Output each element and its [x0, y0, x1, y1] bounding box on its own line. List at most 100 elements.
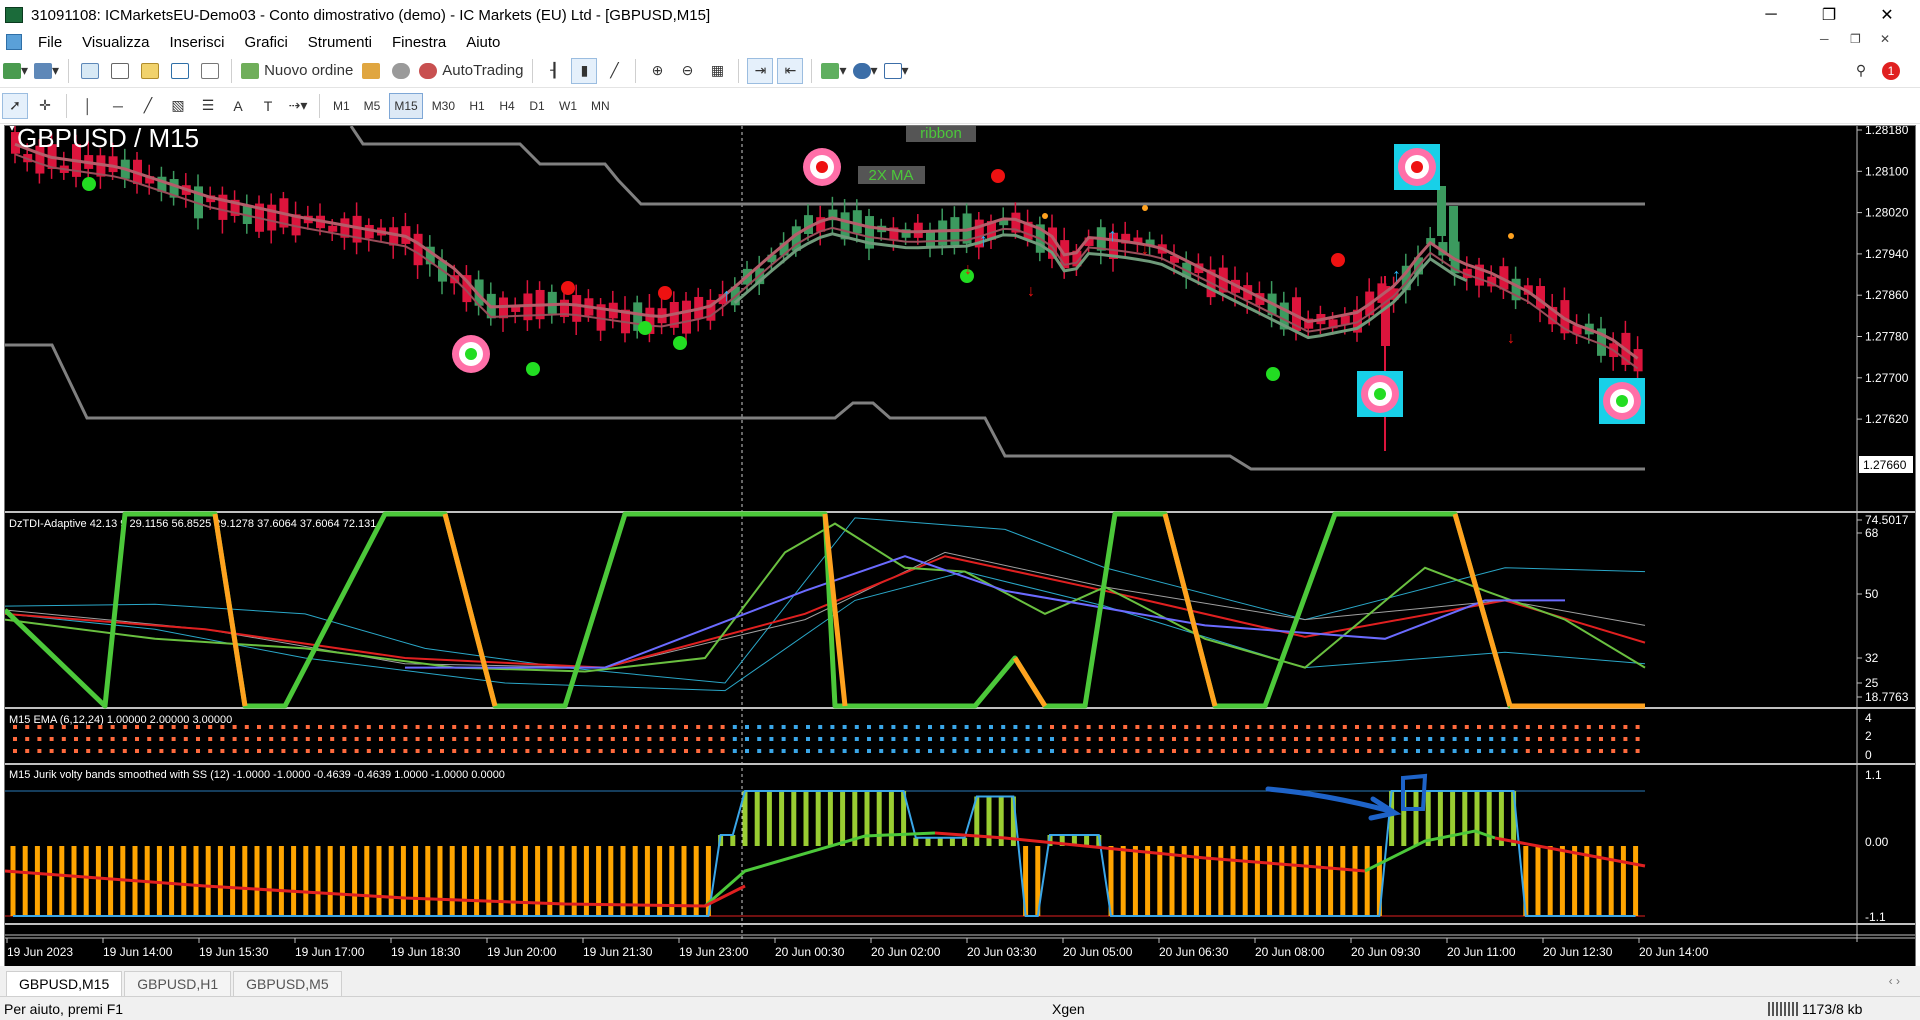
shapes-tool[interactable]: ⇢▾ [285, 93, 311, 119]
ema-dot [1001, 737, 1006, 741]
templates-button[interactable]: ▾ [883, 58, 910, 84]
ema-dot [830, 749, 835, 753]
timeframe-m5[interactable]: M5 [359, 93, 386, 119]
ema-dot [1586, 725, 1591, 729]
ema-dot [537, 749, 542, 753]
menu-window[interactable]: Finestra [382, 34, 456, 51]
ema-dot [952, 725, 957, 729]
tab-gbpusd-h1[interactable]: GBPUSD,H1 [124, 971, 232, 996]
mdi-close-button[interactable]: ✕ [1880, 32, 1890, 46]
ema-dot [989, 725, 993, 729]
ema-dot [354, 737, 359, 741]
ema-dot [122, 725, 127, 729]
indicators-button[interactable]: ▾ [820, 58, 847, 84]
down-arrow-icon: ↓ [1027, 283, 1035, 300]
timeframe-w1[interactable]: W1 [554, 93, 582, 119]
candle-body [267, 204, 277, 231]
autotrading-button[interactable]: AutoTrading [418, 58, 524, 84]
new-chart-button[interactable]: ▾ [2, 58, 29, 84]
timeframe-h4[interactable]: H4 [494, 93, 520, 119]
periods-button[interactable]: ▾ [852, 58, 879, 84]
ema-dot [598, 737, 603, 741]
timeframe-mn[interactable]: MN [586, 93, 615, 119]
sell-signal-dot [1331, 253, 1345, 267]
data-window-button[interactable] [107, 58, 133, 84]
ema-dot [830, 737, 835, 741]
cursor-tool[interactable]: ➚ [2, 92, 28, 119]
mdi-restore-button[interactable]: ❐ [1850, 32, 1861, 46]
ema-dot [879, 749, 884, 753]
ema-dot [1086, 725, 1091, 729]
candlestick-button[interactable]: ▮ [571, 57, 598, 84]
notification-button[interactable]: 1 [1878, 58, 1904, 84]
ema-dot [806, 737, 810, 741]
zoom-out-button[interactable]: ⊖ [674, 58, 700, 84]
candle-body [1437, 186, 1446, 236]
ema-dot [745, 749, 749, 753]
ema-dot [1574, 749, 1579, 753]
vertical-line-tool[interactable]: │ [75, 93, 101, 119]
menu-view[interactable]: Visualizza [72, 34, 159, 51]
ema-dot [1269, 749, 1274, 753]
ema-dot [732, 725, 737, 729]
auto-scroll-button[interactable]: ⇥ [747, 57, 774, 84]
price-tick-label: 1.28180 [1865, 126, 1909, 137]
ema-dot [976, 725, 981, 729]
close-button[interactable]: ✕ [1864, 0, 1910, 30]
timeframe-m30[interactable]: M30 [427, 93, 460, 119]
navigator-button[interactable] [137, 58, 163, 84]
maximize-button[interactable]: ❐ [1806, 0, 1852, 30]
tab-scroll-arrows[interactable]: ‹ › [1889, 974, 1900, 988]
text-tool[interactable]: A [225, 93, 251, 119]
bar-chart-button[interactable]: ┨ [541, 58, 567, 84]
chart-canvas[interactable]: ↑ ↑ ↑ ↑ ↓ ↓ ↓ ↓ ▾ GBPUSD / M15 ribbon 2X MA 1.2… [3, 120, 1915, 967]
ema-dot [1342, 737, 1347, 741]
candle-body [682, 300, 691, 334]
ema-dot [1525, 737, 1530, 741]
tester-button[interactable] [197, 58, 223, 84]
crosshair-tool[interactable]: ✛ [32, 93, 58, 119]
target-center-icon [1616, 395, 1628, 407]
line-chart-button[interactable]: ╱ [601, 58, 627, 84]
timeframe-h1[interactable]: H1 [464, 93, 490, 119]
ema-dot [1281, 749, 1286, 753]
ema-dot [183, 725, 188, 729]
market-watch-button[interactable] [77, 58, 103, 84]
label-tool[interactable]: T [255, 93, 281, 119]
menu-help[interactable]: Aiuto [456, 34, 510, 51]
timeframe-d1[interactable]: D1 [524, 93, 550, 119]
tab-gbpusd-m5[interactable]: GBPUSD,M5 [233, 971, 342, 996]
horizontal-line-tool[interactable]: ─ [105, 93, 131, 119]
down-arrow-icon: ↓ [1141, 241, 1149, 258]
ema-dot [1025, 749, 1030, 753]
ema-dot [854, 749, 859, 753]
ema-dot [769, 749, 774, 753]
one-click-arrow: ▾ [9, 126, 15, 134]
mdi-minimize-button[interactable]: ─ [1820, 32, 1829, 46]
menu-charts[interactable]: Grafici [234, 34, 297, 51]
chart-shift-button[interactable]: ⇤ [777, 57, 804, 84]
menu-tools[interactable]: Strumenti [298, 34, 382, 51]
ema-dot [708, 737, 713, 741]
channel-tool[interactable]: ▧ [165, 93, 191, 119]
metaeditor-button[interactable] [358, 58, 384, 84]
menu-file[interactable]: File [28, 34, 72, 51]
profiles-button[interactable]: ▾ [33, 58, 60, 84]
terminal-button[interactable] [167, 58, 193, 84]
ema-dot [159, 749, 164, 753]
tile-windows-button[interactable]: ▦ [704, 58, 730, 84]
fibonacci-tool[interactable]: ☰ [195, 93, 221, 119]
menu-insert[interactable]: Inserisci [159, 34, 234, 51]
new-order-button[interactable]: Nuovo ordine [240, 58, 354, 84]
signals-button[interactable] [388, 58, 414, 84]
tab-gbpusd-m15[interactable]: GBPUSD,M15 [6, 971, 123, 996]
minimize-button[interactable]: ─ [1748, 0, 1794, 30]
trendline-tool[interactable]: ╱ [135, 93, 161, 119]
ema-dot [1257, 725, 1262, 729]
search-icon[interactable]: ⚲ [1848, 58, 1874, 84]
timeframe-m15[interactable]: M15 [389, 92, 423, 119]
zoom-in-button[interactable]: ⊕ [644, 58, 670, 84]
new-order-icon [241, 62, 260, 79]
chart-window[interactable]: ↑ ↑ ↑ ↑ ↓ ↓ ↓ ↓ ▾ GBPUSD / M15 ribbon 2X MA 1.2… [3, 120, 1916, 968]
timeframe-m1[interactable]: M1 [328, 93, 355, 119]
